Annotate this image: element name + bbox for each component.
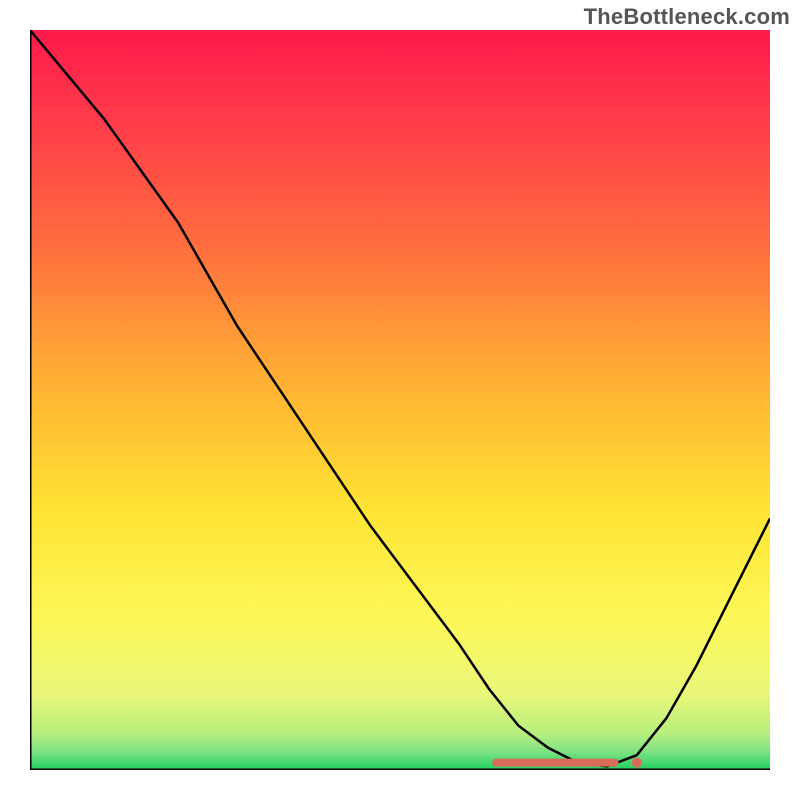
chart-container: TheBottleneck.com	[0, 0, 800, 800]
chart-svg	[30, 30, 770, 770]
optimal-point-dot	[632, 758, 642, 768]
watermark-label: TheBottleneck.com	[584, 4, 790, 30]
gradient-background	[30, 30, 770, 770]
plot-area	[30, 30, 770, 770]
